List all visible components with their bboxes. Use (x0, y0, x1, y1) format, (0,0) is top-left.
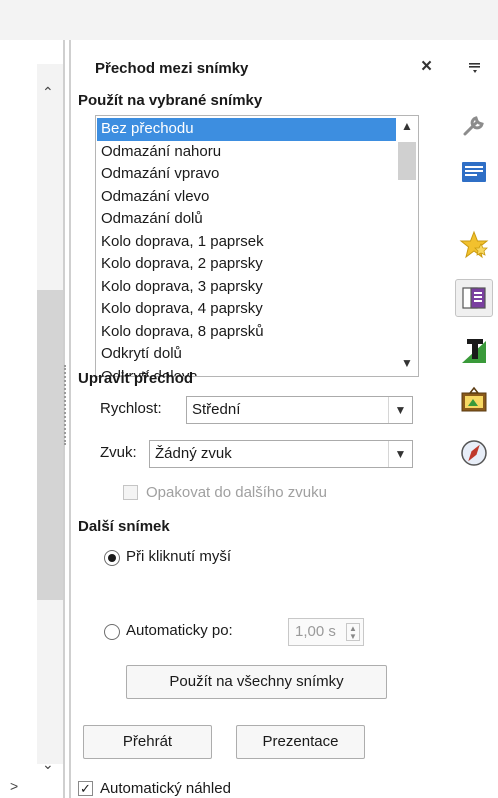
transition-list-item[interactable]: Odmazání vpravo (97, 163, 397, 186)
menu-icon[interactable] (465, 56, 485, 76)
on-click-radio[interactable] (104, 550, 120, 566)
close-icon[interactable]: × (421, 56, 432, 78)
transition-list-item[interactable]: Kolo doprava, 8 paprsků (97, 321, 397, 344)
speed-label: Rychlost: (100, 400, 162, 417)
slideshow-button[interactable]: Prezentace (236, 725, 365, 759)
properties-wrench-icon[interactable] (459, 110, 489, 140)
transition-list-item[interactable]: Kolo doprava, 2 paprsky (97, 253, 397, 276)
transition-list[interactable]: Bez přechodu Odmazání nahoru Odmazání vpra… (95, 115, 419, 377)
slide-transition-deck: Přechod mezi snímky × Použít na vybrané … (71, 40, 451, 798)
loop-sound-label: Opakovat do dalšího zvuku (146, 484, 327, 501)
transition-list-item[interactable]: Bez přechodu (97, 118, 397, 141)
styles-icon[interactable] (459, 336, 489, 366)
speed-dropdown[interactable]: Střední ▼ (186, 396, 413, 424)
transition-list-item[interactable]: Odmazání nahoru (97, 141, 397, 164)
auto-advance-time-value: 1,00 s (295, 623, 336, 640)
transition-list-scrollbar[interactable]: ▲ ▼ (396, 116, 418, 376)
chevron-down-icon[interactable]: ▼ (401, 356, 413, 370)
transition-list-item[interactable]: Kolo doprava, 3 paprsky (97, 276, 397, 299)
sidebar-tabbar (451, 40, 498, 798)
apply-section-title: Použít na vybrané snímky (78, 92, 263, 109)
play-button[interactable]: Přehrát (83, 725, 212, 759)
slide-transition-icon[interactable] (459, 283, 489, 313)
chevron-down-icon[interactable]: ▼ (388, 397, 412, 423)
stepper-icon[interactable]: ▲ ▼ (346, 623, 360, 641)
scroll-down-icon[interactable]: ⌄ (42, 756, 54, 773)
transition-list-item[interactable]: Kolo doprava, 1 paprsek (97, 231, 397, 254)
transition-list-item[interactable]: Odmazání vlevo (97, 186, 397, 209)
transition-list-item[interactable]: Kolo doprava, 4 paprsky (97, 298, 397, 321)
apply-to-all-slides-button[interactable]: Použít na všechny snímky (126, 665, 387, 699)
chevron-up-icon[interactable]: ▲ (401, 119, 413, 133)
automatic-preview-checkbox[interactable]: ✓ (78, 781, 93, 796)
on-click-label: Při kliknutí myší (126, 548, 232, 565)
resize-grip[interactable] (64, 365, 70, 445)
slide-layouts-icon[interactable] (459, 158, 489, 188)
speed-value: Střední (192, 401, 241, 418)
chevron-down-icon[interactable]: ▼ (388, 441, 412, 467)
transition-list-item[interactable]: Odmazání dolů (97, 208, 397, 231)
next-slide-section-title: Další snímek (78, 518, 170, 535)
transition-list-item[interactable]: Odkrytí dolů (97, 343, 397, 366)
top-toolbar-strip (0, 0, 498, 40)
auto-advance-radio[interactable] (104, 624, 120, 640)
loop-sound-checkbox[interactable] (123, 485, 138, 500)
expand-icon[interactable]: > (10, 778, 18, 794)
automatic-preview-label: Automatický náhled (100, 780, 231, 797)
sound-label: Zvuk: (100, 444, 137, 461)
sound-value: Žádný zvuk (155, 445, 232, 462)
sound-dropdown[interactable]: Žádný zvuk ▼ (149, 440, 413, 468)
scroll-up-icon[interactable]: ⌃ (42, 84, 54, 101)
modify-section-title: Upravit přechod (78, 370, 194, 387)
scroll-thumb[interactable] (398, 142, 416, 180)
slides-pane-scroll-thumb[interactable] (37, 290, 63, 600)
custom-animation-star-icon[interactable] (459, 230, 489, 260)
panel-title: Přechod mezi snímky (95, 60, 249, 77)
navigator-icon[interactable] (459, 438, 489, 468)
auto-advance-label: Automaticky po: (126, 622, 233, 639)
auto-advance-time-stepper[interactable]: 1,00 s ▲ ▼ (288, 618, 364, 646)
gallery-icon[interactable] (459, 386, 489, 416)
